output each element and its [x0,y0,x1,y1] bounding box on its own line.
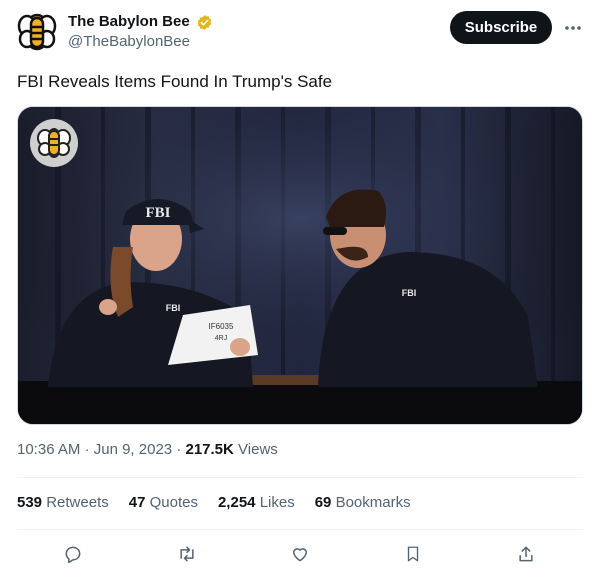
tweet-meta: 10:36 AM · Jun 9, 2023 · 217.5K Views [17,440,278,460]
views-count: 217.5K [185,441,234,458]
author-names: The Babylon Bee @TheBabylonBee [68,12,213,52]
share-icon[interactable] [512,540,540,568]
engagement-stats: 539 Retweets 47 Quotes 2,254 Likes 69 Bo… [17,493,431,513]
video-thumbnail[interactable]: FBI FBI IF6035 4RJ FBI [17,106,583,425]
action-bar [17,540,583,568]
tweet-text: FBI Reveals Items Found In Trump's Safe [17,72,333,91]
paper-text-line1: IF6035 [209,322,234,331]
divider [17,529,583,530]
stat-likes[interactable]: 2,254 Likes [218,493,295,513]
bookmark-icon[interactable] [399,540,427,568]
bee-logo-watermark-icon [30,119,78,167]
like-icon[interactable] [286,540,314,568]
stat-retweets[interactable]: 539 Retweets [17,493,109,513]
stat-bookmarks[interactable]: 69 Bookmarks [315,493,411,513]
views-label: Views [238,441,278,458]
bee-logo-icon [17,13,57,51]
avatar[interactable] [17,12,57,52]
jacket-fbi-text-right: FBI [402,288,417,298]
gold-verified-badge-icon[interactable] [196,14,213,31]
tweet-header: The Babylon Bee @TheBabylonBee Subscribe [17,10,583,58]
meta-separator: · [176,441,182,458]
tweet-date[interactable]: Jun 9, 2023 [94,441,172,458]
display-name[interactable]: The Babylon Bee [68,12,190,32]
subscribe-button[interactable]: Subscribe [450,11,552,44]
jacket-fbi-text-left: FBI [166,303,181,313]
cap-fbi-text: FBI [145,205,170,221]
stat-quotes[interactable]: 47 Quotes [129,493,198,513]
paper-text-line2: 4RJ [215,335,227,342]
retweet-icon[interactable] [173,540,201,568]
tweet-time[interactable]: 10:36 AM [17,441,80,458]
author-handle[interactable]: @TheBabylonBee [68,32,213,52]
divider [17,477,583,478]
reply-icon[interactable] [59,540,87,568]
meta-separator: · [84,441,90,458]
more-dots-icon[interactable] [562,18,584,38]
